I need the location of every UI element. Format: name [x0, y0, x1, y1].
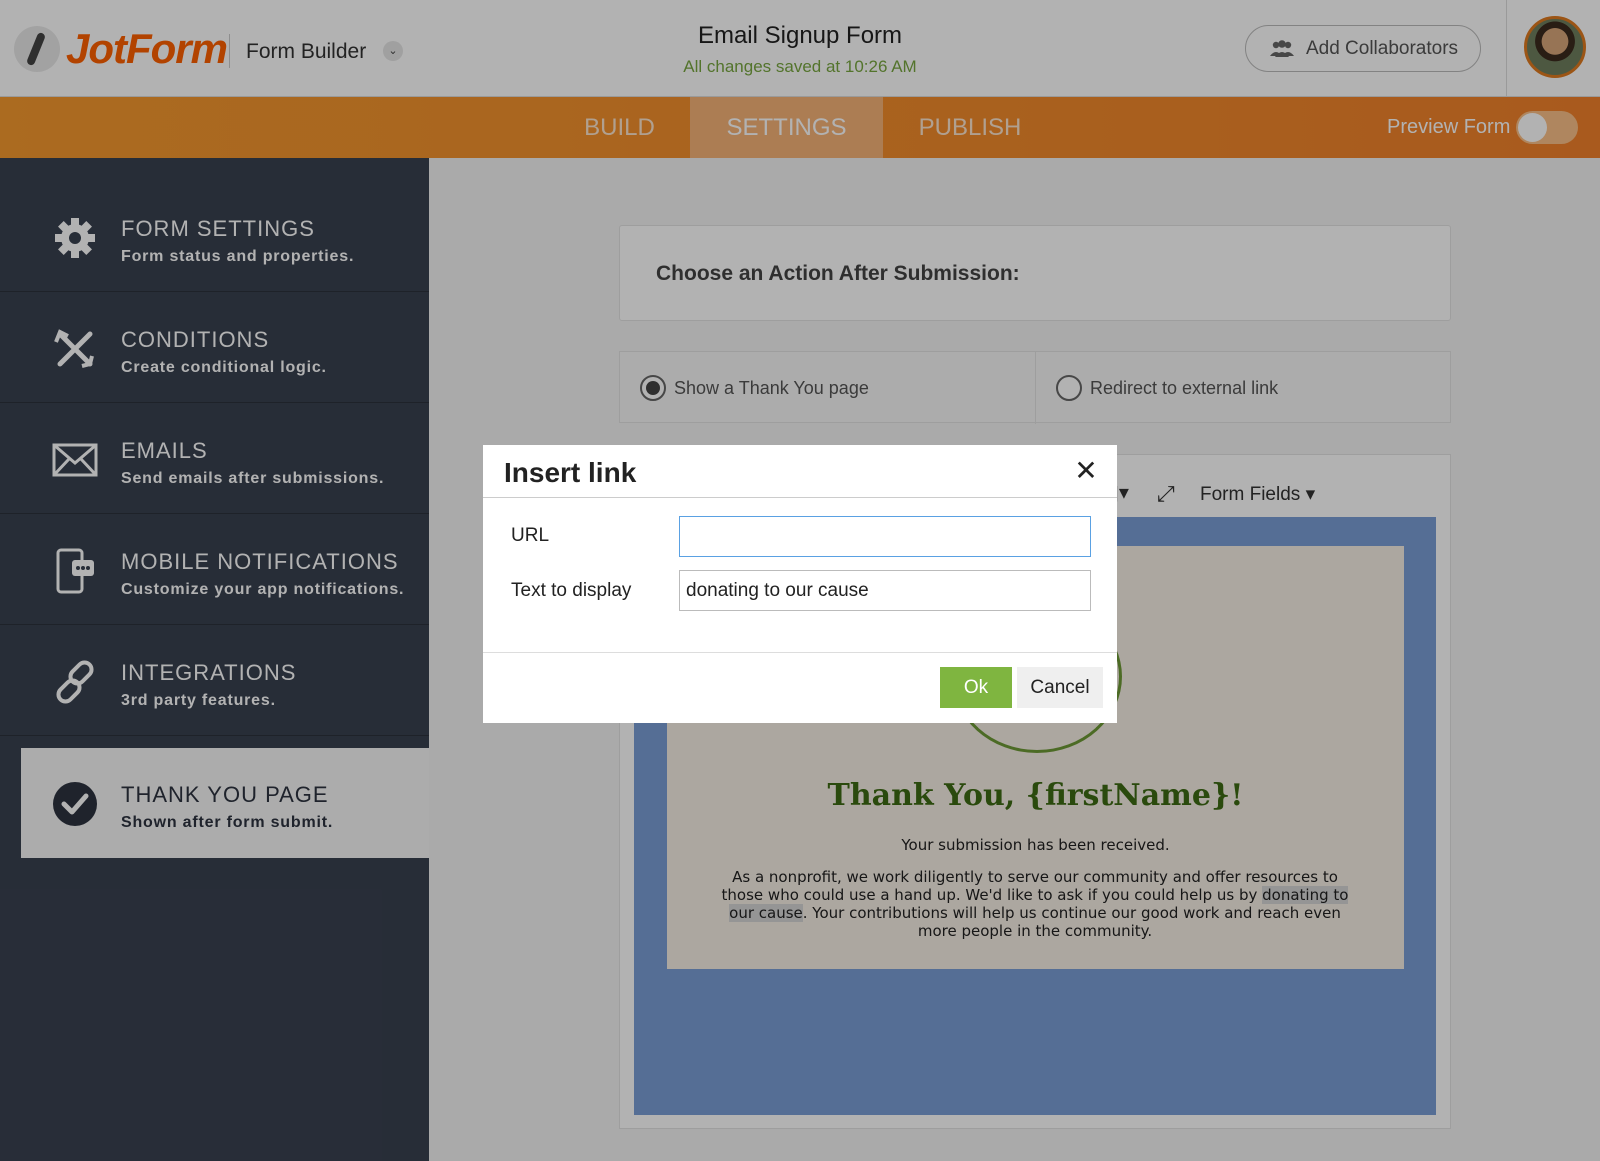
dialog-divider [483, 652, 1117, 653]
insert-link-dialog: Insert link ✕ URL Text to display Ok Can… [483, 445, 1117, 723]
text-to-display-label: Text to display [511, 580, 632, 601]
url-label: URL [511, 525, 550, 546]
url-input[interactable] [679, 516, 1091, 557]
cancel-button[interactable]: Cancel [1017, 667, 1103, 708]
ok-button[interactable]: Ok [940, 667, 1012, 708]
close-icon[interactable]: ✕ [1072, 457, 1100, 485]
dialog-divider [483, 497, 1117, 498]
text-to-display-input[interactable] [679, 570, 1091, 611]
dialog-title: Insert link [504, 457, 637, 488]
